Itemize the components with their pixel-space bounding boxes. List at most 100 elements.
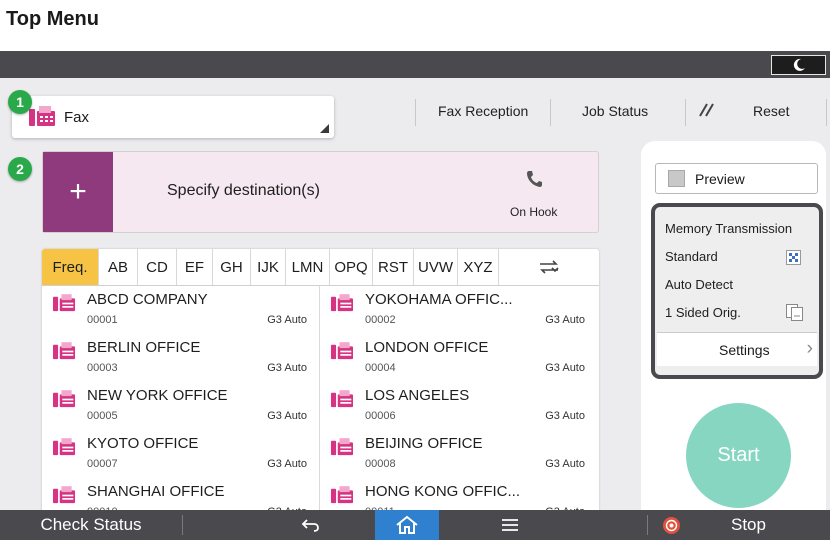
destination-bar[interactable]: + Specify destination(s) On Hook — [42, 151, 599, 233]
fax-icon — [53, 438, 75, 456]
fax-icon — [29, 106, 55, 126]
on-hook-button[interactable]: On Hook — [510, 205, 557, 219]
list-item[interactable]: YOKOHAMA OFFIC... 00002 G3 Auto — [320, 286, 596, 334]
fax-icon — [331, 342, 353, 360]
divider — [685, 99, 686, 126]
reset-icon[interactable] — [697, 102, 715, 121]
settings-button[interactable]: Settings › — [657, 332, 817, 366]
fax-icon — [53, 294, 75, 312]
device-panel: Fax 1 Fax Reception Job Status Reset + S… — [0, 51, 830, 540]
moon-icon — [793, 58, 805, 71]
stop-icon — [663, 517, 680, 534]
destination-list: Freq. AB CD EF GH IJK LMN OPQ RST UVW XY… — [42, 249, 599, 540]
status-bar — [0, 51, 830, 78]
list-item[interactable]: ABCD COMPANY 00001 G3 Auto — [42, 286, 318, 334]
density-setting[interactable]: Auto Detect — [665, 277, 733, 292]
list-item[interactable]: BEIJING OFFICE 00008 G3 Auto — [320, 430, 596, 478]
entry-name: YOKOHAMA OFFIC... — [365, 291, 513, 308]
fax-icon — [53, 390, 75, 408]
fax-reception-button[interactable]: Fax Reception — [438, 103, 528, 119]
fax-icon — [53, 342, 75, 360]
list-item[interactable]: KYOTO OFFICE 00007 G3 Auto — [42, 430, 318, 478]
stop-button[interactable]: Stop — [647, 510, 830, 540]
check-status-button[interactable]: Check Status — [0, 510, 182, 540]
entry-number: 00002 — [365, 314, 396, 326]
add-destination-button[interactable]: + — [43, 152, 113, 232]
home-icon[interactable] — [375, 510, 439, 540]
plus-icon: + — [69, 175, 87, 208]
menu-icon[interactable] — [479, 510, 541, 540]
tab-cd[interactable]: CD — [138, 249, 177, 285]
app-label: Fax — [64, 108, 90, 126]
settings-group: Memory Transmission Standard Auto Detect… — [651, 203, 823, 379]
column-divider — [319, 286, 320, 540]
list-item[interactable]: BERLIN OFFICE 00003 G3 Auto — [42, 334, 318, 382]
entry-name: SHANGHAI OFFICE — [87, 483, 225, 500]
energy-saver-button[interactable] — [771, 55, 826, 75]
entry-number: 00006 — [365, 410, 396, 422]
entry-number: 00003 — [87, 362, 118, 374]
entry-name: KYOTO OFFICE — [87, 435, 199, 452]
reset-button[interactable]: Reset — [753, 103, 790, 119]
divider — [415, 99, 416, 126]
list-item[interactable]: NEW YORK OFFICE 00005 G3 Auto — [42, 382, 318, 430]
tab-xyz[interactable]: XYZ — [458, 249, 499, 285]
app-selector[interactable]: Fax — [12, 96, 334, 138]
tab-lmn[interactable]: LMN — [286, 249, 330, 285]
divider — [550, 99, 551, 126]
entry-name: LOS ANGELES — [365, 387, 470, 404]
resolution-setting[interactable]: Standard — [665, 249, 718, 264]
entry-mode: G3 Auto — [267, 362, 307, 374]
divider — [826, 99, 827, 126]
entry-mode: G3 Auto — [545, 458, 585, 470]
start-button[interactable]: Start — [686, 403, 791, 508]
chevron-right-icon: › — [806, 338, 813, 359]
list-item[interactable]: LOS ANGELES 00006 G3 Auto — [320, 382, 596, 430]
entry-name: HONG KONG OFFIC... — [365, 483, 521, 500]
entry-mode: G3 Auto — [545, 362, 585, 374]
callout-2: 2 — [8, 157, 32, 181]
memory-transmission-setting[interactable]: Memory Transmission — [665, 221, 792, 236]
entry-name: LONDON OFFICE — [365, 339, 489, 356]
tab-ef[interactable]: EF — [177, 249, 213, 285]
entry-number: 00008 — [365, 458, 396, 470]
fax-icon — [331, 438, 353, 456]
entry-mode: G3 Auto — [267, 410, 307, 422]
preview-label: Preview — [695, 170, 745, 187]
original-setting[interactable]: 1 Sided Orig. — [665, 305, 741, 320]
swap-order-icon[interactable] — [499, 249, 599, 285]
tab-ab[interactable]: AB — [99, 249, 138, 285]
job-status-button[interactable]: Job Status — [582, 103, 648, 119]
tab-ijk[interactable]: IJK — [251, 249, 286, 285]
side-panel: Preview Memory Transmission Standard Aut… — [641, 141, 826, 540]
entry-name: BERLIN OFFICE — [87, 339, 201, 356]
entry-mode: G3 Auto — [267, 458, 307, 470]
divider — [182, 515, 183, 535]
bottom-bar: Check Status Stop — [0, 510, 830, 540]
fax-icon — [331, 294, 353, 312]
sided-original-icon — [786, 304, 803, 321]
callout-1: 1 — [8, 90, 32, 114]
tab-opq[interactable]: OPQ — [330, 249, 373, 285]
tab-uvw[interactable]: UVW — [414, 249, 458, 285]
phone-icon[interactable] — [526, 170, 542, 188]
tab-rst[interactable]: RST — [373, 249, 414, 285]
entry-number: 00005 — [87, 410, 118, 422]
fax-icon — [53, 486, 75, 504]
entry-number: 00007 — [87, 458, 118, 470]
entry-mode: G3 Auto — [267, 314, 307, 326]
back-icon[interactable] — [280, 510, 342, 540]
list-item[interactable]: LONDON OFFICE 00004 G3 Auto — [320, 334, 596, 382]
checkbox-icon — [668, 170, 685, 187]
entry-name: ABCD COMPANY — [87, 291, 208, 308]
tab-freq[interactable]: Freq. — [42, 249, 99, 285]
tab-gh[interactable]: GH — [213, 249, 251, 285]
stop-label: Stop — [731, 515, 766, 534]
dropdown-corner-icon — [320, 124, 329, 133]
entry-number: 00004 — [365, 362, 396, 374]
index-tabs: Freq. AB CD EF GH IJK LMN OPQ RST UVW XY… — [42, 249, 599, 286]
fax-icon — [331, 486, 353, 504]
entry-mode: G3 Auto — [545, 410, 585, 422]
resolution-icon — [786, 250, 801, 265]
preview-checkbox[interactable]: Preview — [655, 163, 818, 194]
